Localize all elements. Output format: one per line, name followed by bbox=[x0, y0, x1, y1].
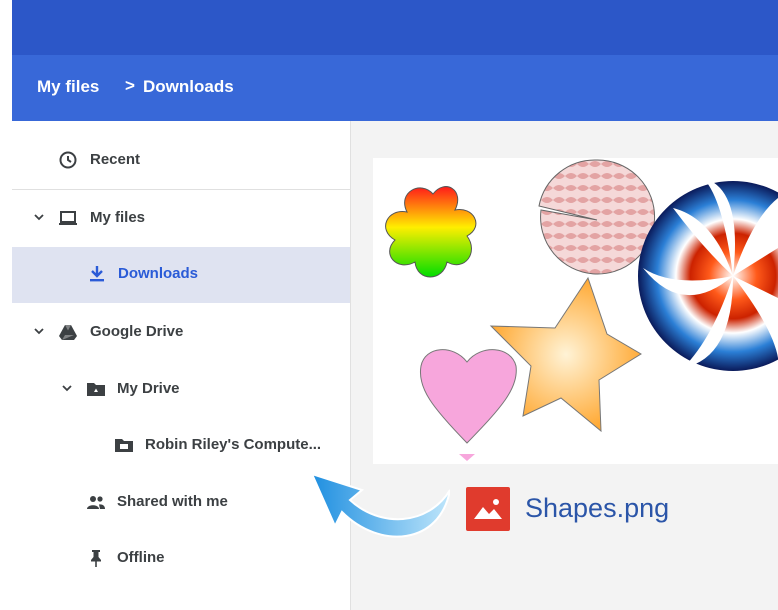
sidebar-item-label: Shared with me bbox=[117, 493, 228, 510]
breadcrumb-downloads[interactable]: Downloads bbox=[143, 77, 234, 97]
shapes-preview-image bbox=[385, 159, 778, 461]
breadcrumb-separator: > bbox=[125, 76, 135, 95]
file-name[interactable]: Shapes.png bbox=[525, 493, 669, 524]
sidebar-divider bbox=[12, 189, 350, 190]
chevron-down-icon[interactable] bbox=[32, 324, 46, 338]
sidebar-item-google-drive[interactable]: Google Drive bbox=[12, 305, 350, 361]
sidebar-item-my-drive[interactable]: My Drive bbox=[12, 362, 350, 418]
sidebar-item-label: Downloads bbox=[118, 265, 199, 282]
flower-shape bbox=[385, 186, 477, 278]
sidebar-item-my-files[interactable]: My files bbox=[12, 191, 350, 247]
sidebar-item-label: Recent bbox=[90, 151, 141, 168]
breadcrumb: My files > Downloads bbox=[12, 55, 778, 121]
image-file-icon[interactable] bbox=[466, 487, 510, 531]
pie-shape bbox=[538, 159, 656, 275]
shared-folder-icon bbox=[87, 383, 105, 396]
chevron-down-icon[interactable] bbox=[32, 210, 46, 224]
sidebar-item-label: My files bbox=[90, 209, 146, 226]
computer-folder-icon bbox=[115, 439, 133, 452]
laptop-icon bbox=[59, 211, 77, 225]
window-edge bbox=[0, 0, 12, 610]
sidebar-item-label: Google Drive bbox=[90, 323, 184, 340]
chevron-down-icon[interactable] bbox=[60, 381, 74, 395]
breadcrumb-my-files[interactable]: My files bbox=[37, 77, 99, 97]
sidebar-item-recent[interactable]: Recent bbox=[12, 133, 350, 189]
curved-arrow-icon bbox=[310, 472, 450, 538]
title-bar bbox=[12, 0, 778, 55]
star-shape bbox=[489, 276, 642, 433]
pin-icon bbox=[91, 550, 101, 567]
heart-shape bbox=[419, 349, 517, 444]
sidebar-item-label: My Drive bbox=[117, 380, 180, 397]
sidebar-item-label: Robin Riley's Compute... bbox=[145, 436, 322, 453]
drive-icon bbox=[59, 325, 77, 340]
image-preview bbox=[373, 158, 778, 464]
sidebar-item-downloads[interactable]: Downloads bbox=[12, 247, 350, 303]
clock-icon bbox=[59, 151, 77, 169]
download-icon bbox=[90, 266, 104, 282]
sidebar-item-label: Offline bbox=[117, 549, 165, 566]
people-icon bbox=[87, 496, 105, 509]
